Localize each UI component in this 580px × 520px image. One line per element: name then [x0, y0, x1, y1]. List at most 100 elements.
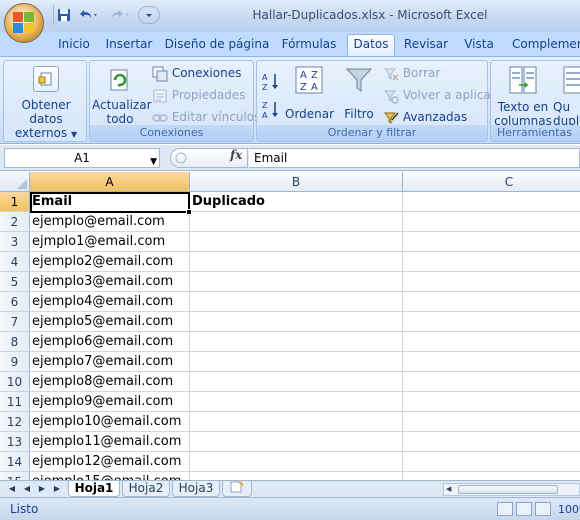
row-header[interactable]: 8: [0, 332, 30, 352]
cell[interactable]: ejemplo12@email.com: [30, 452, 190, 472]
cell[interactable]: [403, 232, 580, 252]
cell[interactable]: ejemplo15@email.com: [30, 472, 190, 480]
cell[interactable]: [403, 432, 580, 452]
sort-button[interactable]: AZZA Ordenar: [285, 65, 334, 127]
properties-button[interactable]: Propiedades: [152, 86, 245, 104]
cell[interactable]: [190, 472, 403, 480]
cell[interactable]: [403, 452, 580, 472]
tab-complementos[interactable]: Complementos: [505, 36, 580, 56]
advanced-filter-button[interactable]: Avanzadas: [383, 108, 467, 126]
cell[interactable]: ejemplo10@email.com: [30, 412, 190, 432]
cell[interactable]: [190, 312, 403, 332]
row-header[interactable]: 2: [0, 212, 30, 232]
cell[interactable]: [403, 272, 580, 292]
cell[interactable]: [190, 332, 403, 352]
cell[interactable]: [403, 352, 580, 372]
get-external-data-button[interactable]: Obtener datos externos ▼: [6, 64, 86, 140]
cell[interactable]: Email: [30, 192, 190, 212]
row-header[interactable]: 4: [0, 252, 30, 272]
sort-az-icon[interactable]: AZ: [261, 71, 283, 93]
column-header-b[interactable]: B: [190, 172, 403, 192]
cell[interactable]: [403, 252, 580, 272]
cell[interactable]: [190, 232, 403, 252]
cell[interactable]: [403, 392, 580, 412]
cell[interactable]: [403, 312, 580, 332]
text-to-columns-button[interactable]: Texto en columnas: [493, 65, 553, 128]
cell[interactable]: [403, 472, 580, 480]
cell[interactable]: ejemplo8@email.com: [30, 372, 190, 392]
first-sheet-icon[interactable]: ◀: [6, 483, 18, 495]
fill-handle[interactable]: [186, 209, 192, 215]
cell[interactable]: [403, 412, 580, 432]
cell[interactable]: [190, 352, 403, 372]
tab-datos[interactable]: Datos: [347, 34, 395, 56]
cell[interactable]: [190, 252, 403, 272]
reapply-button[interactable]: Volver a aplicar: [383, 86, 496, 104]
cell[interactable]: ejemplo6@email.com: [30, 332, 190, 352]
sheet-tab-hoja2[interactable]: Hoja2: [122, 481, 170, 497]
cell[interactable]: [190, 372, 403, 392]
page-layout-view-icon[interactable]: [516, 502, 532, 516]
cell[interactable]: ejmplo1@email.com: [30, 232, 190, 252]
row-header[interactable]: 11: [0, 392, 30, 412]
save-icon[interactable]: [56, 6, 72, 24]
tab-formulas[interactable]: Fórmulas: [277, 36, 341, 56]
cell[interactable]: ejemplo4@email.com: [30, 292, 190, 312]
next-sheet-icon[interactable]: ▶: [36, 483, 48, 495]
customize-icon[interactable]: [138, 6, 160, 24]
tab-diseno-pagina[interactable]: Diseño de página: [163, 36, 271, 56]
cell[interactable]: ejemplo@email.com: [30, 212, 190, 232]
cell[interactable]: [403, 292, 580, 312]
connections-button[interactable]: Conexiones: [152, 64, 241, 82]
sheet-tab-hoja3[interactable]: Hoja3: [172, 481, 220, 497]
tab-revisar[interactable]: Revisar: [401, 36, 451, 56]
select-all-corner[interactable]: [0, 172, 30, 192]
normal-view-icon[interactable]: [497, 502, 513, 516]
worksheet-grid[interactable]: A B C 1 Email Duplicado 2 ejemplo@email.com 3…: [0, 172, 580, 480]
sort-za-icon[interactable]: ZA: [261, 99, 283, 121]
cell[interactable]: ejemplo9@email.com: [30, 392, 190, 412]
column-header-a[interactable]: A: [30, 172, 190, 192]
name-box[interactable]: A1 ▼: [4, 148, 160, 168]
row-header[interactable]: 7: [0, 312, 30, 332]
row-header[interactable]: 5: [0, 272, 30, 292]
row-header[interactable]: 1: [0, 192, 30, 212]
cell[interactable]: [403, 192, 580, 212]
horizontal-scrollbar[interactable]: ◀: [443, 483, 580, 496]
cell[interactable]: ejemplo7@email.com: [30, 352, 190, 372]
cell[interactable]: [403, 212, 580, 232]
cell[interactable]: [190, 452, 403, 472]
cell[interactable]: [190, 212, 403, 232]
cell[interactable]: [190, 292, 403, 312]
cell[interactable]: ejemplo2@email.com: [30, 252, 190, 272]
row-header[interactable]: 3: [0, 232, 30, 252]
formula-input[interactable]: Email: [249, 148, 580, 168]
remove-duplicates-button[interactable]: Qu dupli: [553, 65, 580, 128]
sheet-tab-hoja1[interactable]: Hoja1: [68, 481, 120, 497]
insert-function-icon[interactable]: fx: [230, 148, 242, 162]
scroll-left-icon[interactable]: ◀: [446, 485, 455, 494]
row-header[interactable]: 10: [0, 372, 30, 392]
tab-vista[interactable]: Vista: [457, 36, 501, 56]
insert-sheet-icon[interactable]: [222, 481, 252, 497]
cell[interactable]: ejemplo11@email.com: [30, 432, 190, 452]
cell[interactable]: [403, 332, 580, 352]
column-header-c[interactable]: C: [403, 172, 580, 192]
cell[interactable]: [190, 412, 403, 432]
tab-inicio[interactable]: Inicio: [52, 36, 96, 56]
filter-button[interactable]: Filtro: [339, 65, 379, 127]
refresh-all-button[interactable]: Actualizar todo: [92, 67, 152, 127]
row-header[interactable]: 9: [0, 352, 30, 372]
zoom-level[interactable]: 100%: [558, 503, 580, 516]
page-break-view-icon[interactable]: [535, 502, 551, 516]
cell[interactable]: ejemplo3@email.com: [30, 272, 190, 292]
row-header[interactable]: 13: [0, 432, 30, 452]
cell[interactable]: [403, 372, 580, 392]
redo-icon[interactable]: [108, 6, 132, 24]
clear-filter-button[interactable]: Borrar: [383, 64, 440, 82]
cell[interactable]: [190, 272, 403, 292]
chevron-down-icon[interactable]: ▼: [150, 153, 157, 171]
cell[interactable]: ejemplo5@email.com: [30, 312, 190, 332]
last-sheet-icon[interactable]: ▶: [51, 483, 63, 495]
row-header[interactable]: 14: [0, 452, 30, 472]
